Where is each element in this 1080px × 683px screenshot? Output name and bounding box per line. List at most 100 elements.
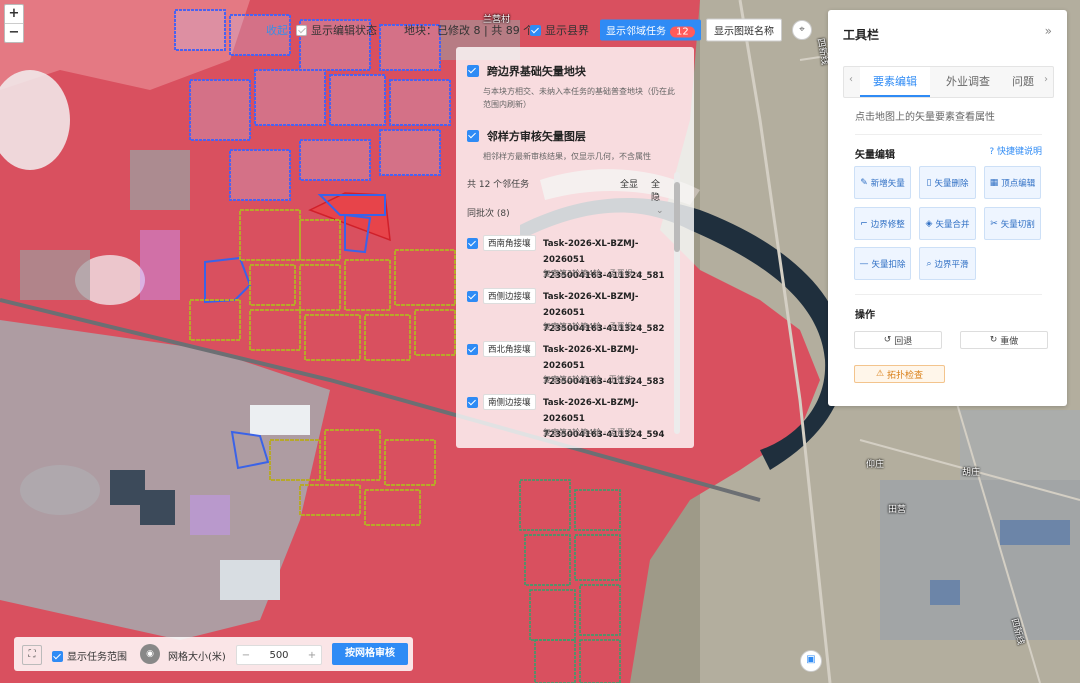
- vector-edit-label: 矢量编辑: [855, 150, 895, 161]
- vertex-edit-button[interactable]: ▦ 顶点编辑: [984, 166, 1041, 199]
- toolbar-tabs: ‹ 要素编辑 外业调查 问题 ›: [843, 66, 1054, 98]
- cut-vector-button[interactable]: ✂ 矢量切割: [984, 207, 1041, 240]
- parcel-stats: 地块：已修改 8 | 共 89 个: [404, 24, 535, 37]
- task-tag: 西侧边接壤: [483, 288, 536, 304]
- tool-label: 边界修整: [870, 219, 905, 230]
- cross-border-layer-desc: 与本块方相交、未纳入本任务的基础普查地块（仍在此 范围内刷新）: [483, 85, 687, 111]
- tool-label: 矢量切割: [1000, 219, 1035, 230]
- task-code-line: Task-2026-XL-BZMJ-2026051: [543, 345, 639, 371]
- increment-button[interactable]: +: [303, 650, 321, 661]
- task-item[interactable]: 西侧边接壤 Task-2026-XL-BZMJ-2026051 723500416…: [467, 288, 667, 341]
- neighbor-tasks-badge: 12: [670, 26, 695, 38]
- checkbox-checked-icon[interactable]: [467, 65, 479, 77]
- checkbox-checked-icon[interactable]: [467, 130, 479, 142]
- task-tag: 西南角接壤: [483, 235, 536, 251]
- task-item[interactable]: 西南角接壤 Task-2026-XL-BZMJ-2026051 723500416…: [467, 235, 667, 288]
- merge-vector-button[interactable]: ◈ 矢量合并: [919, 207, 976, 240]
- task-code-line: Task-2026-XL-BZMJ-2026051: [543, 239, 639, 265]
- neighbor-layer-desc: 相邻样方最新审核结果，仅显示几何，不含属性: [483, 152, 651, 161]
- top-toolbar: 收起 显示编辑状态 地块：已修改 8 | 共 89 个 显示县界 显示邻域任务 1…: [258, 16, 818, 44]
- task-code-line: Task-2026-XL-BZMJ-2026051: [543, 292, 639, 318]
- smooth-boundary-button[interactable]: ⌕ 边界平滑: [919, 247, 976, 280]
- show-county-toggle[interactable]: 显示县界: [530, 22, 589, 38]
- map-pin-icon[interactable]: ⌖: [792, 20, 812, 40]
- chat-icon[interactable]: ▣: [800, 650, 822, 672]
- operations-label: 操作: [855, 310, 875, 321]
- checkbox-unchecked-icon[interactable]: [296, 25, 307, 36]
- task-meta: 复审第3轮第4轮 · 孟晋根 ···: [543, 428, 643, 437]
- grid-review-button[interactable]: 按网格审核: [332, 643, 408, 665]
- neighbor-tasks-button[interactable]: 显示邻域任务 12: [600, 19, 701, 41]
- subtract-vector-button[interactable]: — 矢量扣除: [854, 247, 911, 280]
- desc-line: 与本块方相交、未纳入本任务的基础普查地块（仍在此: [483, 87, 675, 96]
- shortcut-help-link[interactable]: ? 快捷键说明: [989, 144, 1042, 157]
- grid-size-stepper[interactable]: − 500 +: [236, 645, 322, 665]
- tab-field-survey[interactable]: 外业调查: [930, 67, 1006, 97]
- show-task-range-toggle[interactable]: 显示任务范围: [52, 648, 127, 663]
- redo-label: 重做: [1000, 336, 1019, 347]
- tab-feature-edit[interactable]: 要素编辑: [860, 67, 930, 97]
- collapse-link[interactable]: 收起: [266, 22, 288, 38]
- checkbox-checked-icon[interactable]: [467, 397, 478, 408]
- show-all-link[interactable]: 全显: [620, 177, 638, 190]
- toolbar-hint: 点击地图上的矢量要素查看属性: [855, 112, 995, 123]
- task-code-line: Task-2026-XL-BZMJ-2026051: [543, 398, 639, 424]
- tasks-header: 共 12 个邻任务 全显 全隐: [467, 177, 667, 203]
- show-map-name-button[interactable]: 显示图斑名称: [706, 18, 782, 42]
- chevron-right-icon[interactable]: ›: [1044, 74, 1048, 85]
- batch-group[interactable]: 同批次 (8) ⌄: [467, 206, 667, 219]
- cross-border-layer-title: 跨边界基础矢量地块: [486, 65, 586, 78]
- tab-issues[interactable]: 问题: [1008, 67, 1038, 97]
- eye-off-icon[interactable]: ◉: [140, 644, 160, 664]
- fullscreen-icon[interactable]: ⛶: [22, 645, 42, 665]
- undo-button[interactable]: ↺ 回退: [854, 331, 942, 349]
- batch-group-label: 同批次 (8): [467, 209, 510, 219]
- task-item[interactable]: 南侧边接壤 Task-2026-XL-BZMJ-2026051 723500416…: [467, 394, 667, 447]
- help-icon: ?: [989, 147, 995, 157]
- desc-line: 范围内刷新）: [483, 100, 531, 109]
- bottom-bar: ⛶ 显示任务范围 ◉ 网格大小(米) − 500 + 按网格审核: [14, 637, 413, 671]
- add-vector-button[interactable]: ✎ 新增矢量: [854, 166, 911, 199]
- grid-size-input[interactable]: 500: [255, 650, 303, 661]
- boundary-trim-button[interactable]: ⌐ 边界修整: [854, 207, 911, 240]
- tool-label: 矢量合并: [935, 219, 970, 230]
- task-list-scrollbar[interactable]: [674, 172, 680, 434]
- decrement-button[interactable]: −: [237, 650, 255, 661]
- smooth-icon: ⌕: [926, 258, 932, 269]
- checkbox-checked-icon[interactable]: [530, 25, 541, 36]
- tool-label: 顶点编辑: [1001, 178, 1036, 189]
- map-label-place: 仰庄: [866, 460, 885, 470]
- checkbox-checked-icon[interactable]: [467, 344, 478, 355]
- task-tag: 南侧边接壤: [483, 394, 536, 410]
- topology-check-button[interactable]: ⚠ 拓扑检查: [854, 365, 945, 383]
- zoom-in-button[interactable]: +: [5, 5, 23, 23]
- map-label-place: 胡庄: [962, 468, 981, 478]
- zoom-out-button[interactable]: −: [5, 23, 23, 42]
- checkbox-checked-icon[interactable]: [52, 651, 63, 662]
- grid-icon: ▦: [989, 177, 999, 188]
- checkbox-checked-icon[interactable]: [467, 291, 478, 302]
- task-item[interactable]: 西北角接壤 Task-2026-XL-BZMJ-2026051 723500416…: [467, 341, 667, 394]
- scrollbar-thumb[interactable]: [674, 182, 680, 252]
- chevron-left-icon[interactable]: ‹: [849, 74, 853, 85]
- scissors-icon: ✂: [990, 218, 998, 229]
- delete-vector-button[interactable]: ▯ 矢量删除: [919, 166, 976, 199]
- double-chevron-right-icon[interactable]: »: [1045, 24, 1052, 38]
- pencil-icon: ✎: [860, 177, 868, 188]
- cross-border-layer-toggle[interactable]: 跨边界基础矢量地块: [467, 63, 687, 79]
- hide-all-link[interactable]: 全隐: [651, 177, 667, 203]
- neighbor-layer-toggle[interactable]: 邻样方审核矢量图层: [467, 128, 687, 144]
- checkbox-checked-icon[interactable]: [467, 238, 478, 249]
- tool-label: 矢量删除: [934, 178, 969, 189]
- task-meta: 复审第3轮第4轮 · 孟晋根 ···: [543, 322, 643, 331]
- merge-icon: ◈: [925, 218, 933, 229]
- undo-icon: ↺: [883, 335, 892, 345]
- redo-button[interactable]: ↻ 重做: [960, 331, 1048, 349]
- redo-icon: ↻: [989, 335, 998, 345]
- chevron-down-icon[interactable]: ⌄: [656, 206, 664, 216]
- show-edit-state-toggle[interactable]: 显示编辑状态: [296, 22, 377, 38]
- toolbar-panel: 工具栏 » ‹ 要素编辑 外业调查 问题 › 点击地图上的矢量要素查看属性 矢量…: [828, 10, 1067, 406]
- toolbar-title: 工具栏: [843, 28, 880, 42]
- tasks-summary: 共 12 个邻任务: [467, 180, 530, 190]
- shortcut-help-label: 快捷键说明: [996, 147, 1042, 157]
